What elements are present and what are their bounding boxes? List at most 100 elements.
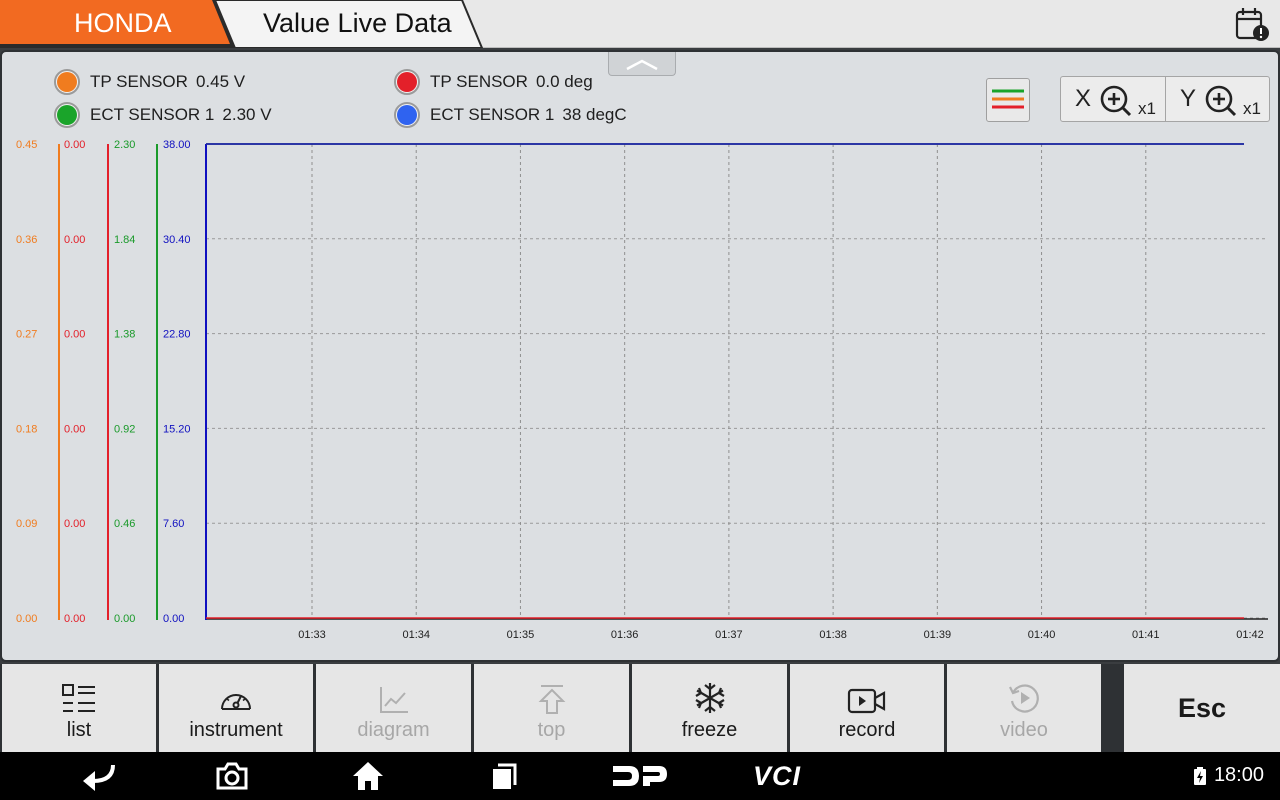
legend-name: ECT SENSOR 1 — [90, 105, 215, 124]
replay-icon — [1009, 684, 1039, 713]
x-zoom-button[interactable]: X x1 — [1061, 77, 1165, 121]
y-tick-label: 0.18 — [16, 423, 37, 435]
zoom-controls: X x1 Y x1 — [1060, 76, 1270, 122]
legend-item-ect-sensor-v[interactable]: ECT SENSOR 1 2.30 V — [54, 101, 272, 129]
legend-value: 2.30 V — [222, 105, 272, 124]
freeze-button[interactable]: freeze — [632, 664, 787, 752]
gauge-icon — [221, 694, 251, 710]
vci-button[interactable]: VCI — [742, 758, 812, 794]
dp-button[interactable]: DP — [610, 758, 670, 794]
instrument-button[interactable]: instrument — [159, 664, 313, 752]
vci-label: VCI — [752, 760, 801, 791]
y-tick-label: 0.45 — [16, 139, 37, 151]
x-tick-label: 01:38 — [819, 629, 847, 641]
y-tick-label: 0.09 — [16, 518, 37, 530]
legend-name: ECT SENSOR 1 — [430, 105, 555, 124]
y-tick-label: 0.00 — [64, 329, 85, 341]
colored-lines-icon — [992, 89, 1024, 109]
legend-item-tp-sensor-deg[interactable]: TP SENSOR 0.0 deg — [394, 68, 593, 96]
video-button[interactable]: video — [947, 664, 1101, 752]
list-button-label: list — [66, 719, 92, 741]
y-tick-label: 0.27 — [16, 329, 37, 341]
esc-button-label: Esc — [1177, 692, 1227, 723]
x-tick-label: 01:37 — [715, 629, 743, 641]
y-tick-label: 0.00 — [64, 423, 85, 435]
page-title: Value Live Data — [263, 8, 452, 38]
zoom-in-icon — [1205, 85, 1237, 117]
system-nav-bar: DP VCI 18:00 — [0, 752, 1280, 800]
x-tick-label: 01:36 — [611, 629, 639, 641]
esc-button[interactable]: Esc — [1124, 664, 1280, 752]
x-tick-label: 01:42 — [1236, 629, 1264, 641]
top-button[interactable]: top — [474, 664, 629, 752]
y-zoom-axis-label: Y — [1180, 85, 1197, 112]
y-tick-label: 0.00 — [16, 613, 37, 625]
diagram-button[interactable]: diagram — [316, 664, 471, 752]
legend-value: 38 degC — [562, 105, 627, 124]
camera-icon — [216, 762, 248, 790]
legend-item-ect-sensor-degc[interactable]: ECT SENSOR 1 38 degC — [394, 101, 627, 129]
x-tick-label: 01:41 — [1132, 629, 1160, 641]
collapse-button[interactable] — [608, 52, 676, 76]
video-camera-icon — [847, 688, 886, 714]
y-tick-label: 0.00 — [163, 613, 184, 625]
x-zoom-axis-label: X — [1075, 85, 1092, 112]
line-chart-icon — [379, 687, 408, 713]
x-tick-label: 01:35 — [507, 629, 535, 641]
video-button-label: video — [1000, 719, 1048, 741]
legend-item-tp-sensor-v[interactable]: TP SENSOR 0.45 V — [54, 68, 245, 96]
dp-logo-icon — [613, 766, 667, 786]
legend-value: 0.45 V — [195, 72, 246, 91]
y-tick-label: 2.30 — [114, 139, 135, 151]
y-tick-label: 0.00 — [64, 139, 85, 151]
instrument-button-label: instrument — [189, 719, 283, 741]
recent-apps-icon — [493, 763, 517, 789]
legend-color-dot — [54, 69, 80, 95]
x-tick-label: 01:39 — [924, 629, 952, 641]
y-zoom-button[interactable]: Y x1 — [1165, 77, 1269, 121]
y-tick-label: 38.00 — [163, 139, 191, 151]
y-tick-label: 22.80 — [163, 329, 191, 341]
record-button[interactable]: record — [790, 664, 944, 752]
report-calendar-button[interactable] — [1232, 4, 1272, 44]
clock: 18:00 — [1213, 764, 1264, 786]
y-tick-label: 0.36 — [16, 234, 37, 246]
breadcrumb-brand-label: HONDA — [74, 8, 172, 38]
legend-color-dot — [394, 69, 420, 95]
x-tick-label: 01:34 — [402, 629, 430, 641]
legend-color-dot — [54, 102, 80, 128]
live-data-panel: 01:33 01:34 01:35 01:36 01:37 01:38 01:39 01:40… — [0, 50, 1280, 662]
home-icon — [353, 762, 383, 790]
x-tick-label: 01:33 — [298, 629, 326, 641]
y-tick-label: 7.60 — [163, 518, 184, 530]
top-button-label: top — [537, 719, 566, 741]
freeze-button-label: freeze — [681, 719, 738, 741]
status-area: 18:00 — [1167, 764, 1264, 787]
calendar-alert-icon — [1235, 8, 1269, 41]
list-icon — [62, 684, 95, 712]
legend-name: TP SENSOR — [430, 72, 528, 91]
y-zoom-multiplier: x1 — [1243, 99, 1261, 118]
y-tick-label: 0.46 — [114, 518, 135, 530]
recent-apps-button[interactable] — [486, 758, 522, 794]
x-zoom-multiplier: x1 — [1138, 99, 1156, 118]
legend-value: 0.0 deg — [535, 72, 593, 91]
home-button[interactable] — [348, 758, 388, 794]
back-button[interactable] — [76, 758, 120, 794]
list-button[interactable]: list — [2, 664, 156, 752]
header-bar: HONDA Value Live Data — [0, 0, 1280, 48]
y-tick-label: 0.00 — [64, 234, 85, 246]
live-data-chart: 01:33 01:34 01:35 01:36 01:37 01:38 01:39 01:40… — [16, 139, 1268, 641]
wifi-icon — [1167, 771, 1178, 783]
battery-charging-icon — [1193, 766, 1206, 785]
y-tick-label: 15.20 — [163, 423, 191, 435]
y-tick-label: 30.40 — [163, 234, 191, 246]
zoom-in-icon — [1100, 85, 1132, 117]
screenshot-button[interactable] — [212, 758, 252, 794]
x-tick-label: 01:40 — [1028, 629, 1056, 641]
diagram-button-label: diagram — [357, 719, 430, 741]
chevron-up-icon — [626, 59, 658, 70]
y-tick-label: 0.00 — [64, 518, 85, 530]
y-tick-label: 0.00 — [114, 613, 135, 625]
series-select-button[interactable] — [986, 78, 1030, 122]
